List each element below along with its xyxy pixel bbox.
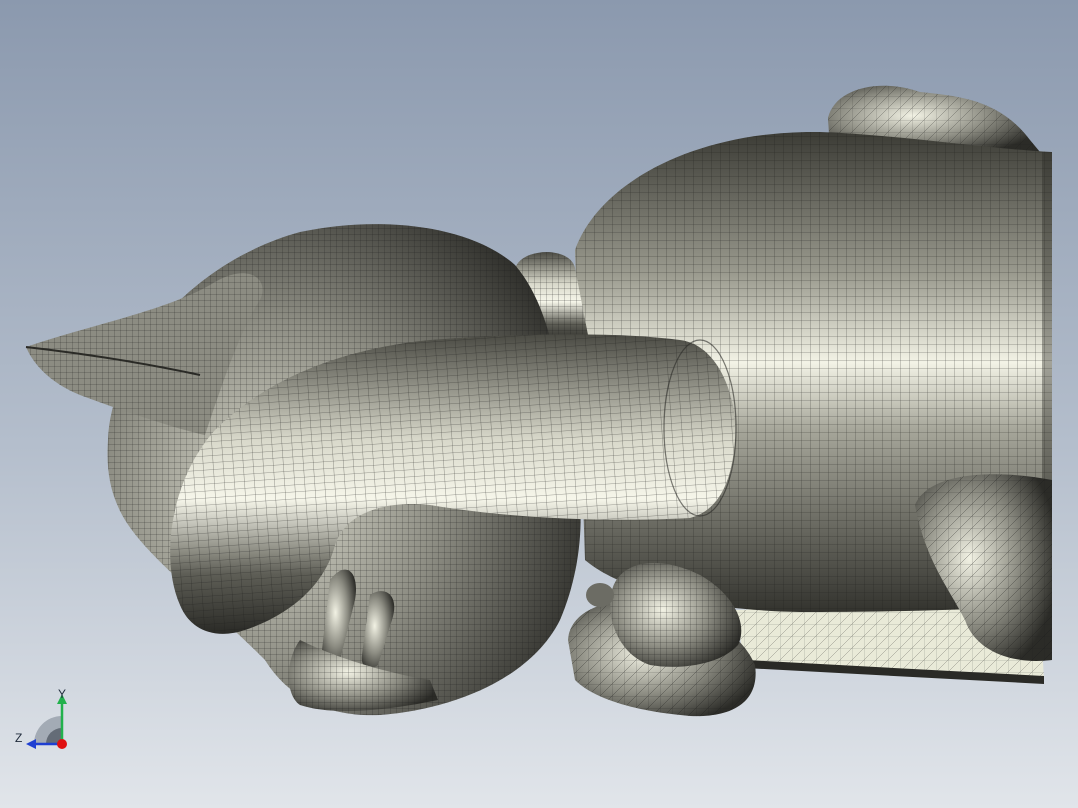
graphics-viewport[interactable]: Y Z bbox=[0, 0, 1078, 808]
triad-z-label: Z bbox=[15, 731, 23, 745]
triad-y-label: Y bbox=[58, 687, 67, 701]
model-scene[interactable] bbox=[0, 0, 1078, 808]
